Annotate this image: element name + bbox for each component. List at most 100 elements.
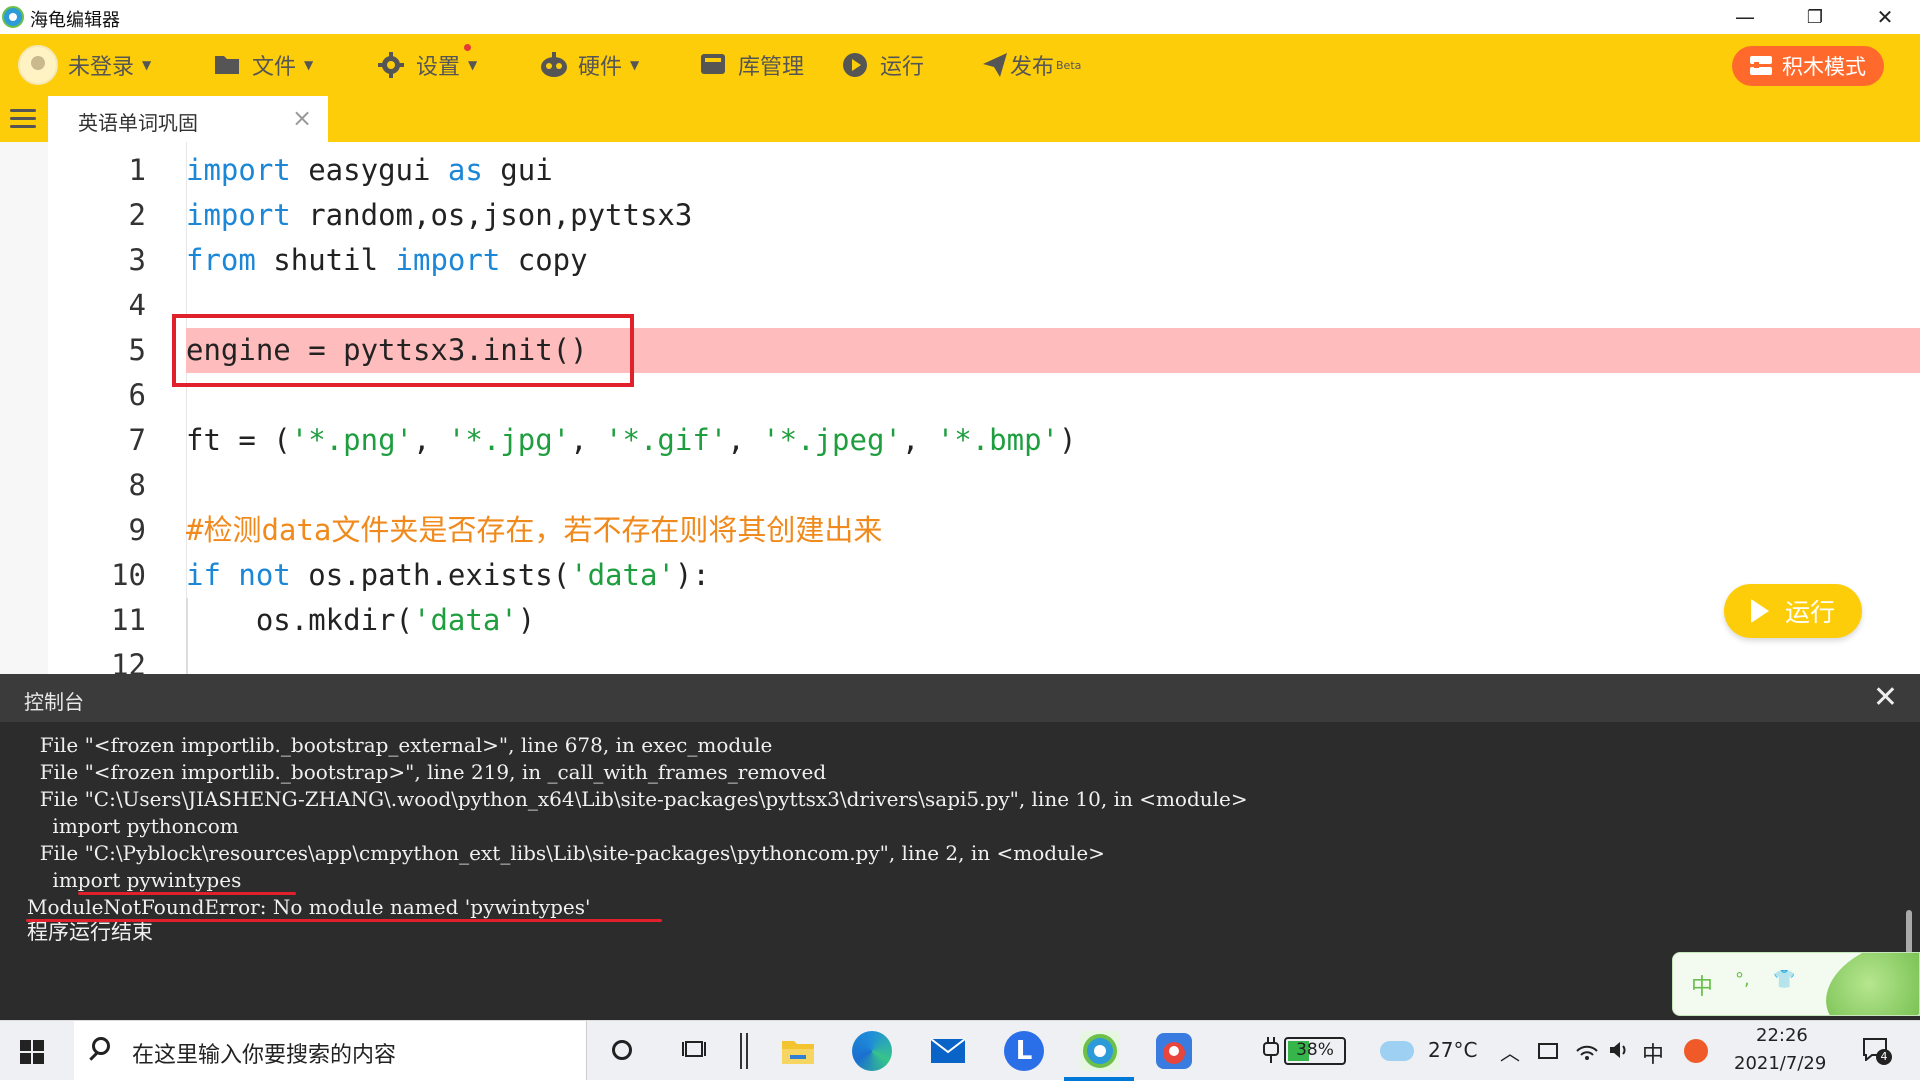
code-text: os.mkdir('data') (186, 603, 536, 637)
run-button[interactable]: 运行 (842, 34, 924, 96)
lark-app-icon[interactable]: L (1004, 1031, 1044, 1071)
app-logo-icon (2, 6, 24, 28)
cloud-weather-icon[interactable] (1380, 1041, 1414, 1061)
hardware-menu[interactable]: 硬件 ▼ (540, 34, 639, 96)
robot-icon (540, 52, 567, 78)
console-end-line: 程序运行结束 (27, 920, 153, 944)
ime-lang-toggle[interactable]: 中 (1691, 969, 1713, 1001)
ime-punct-toggle[interactable]: °, (1735, 969, 1750, 990)
sogou-ime-icon[interactable] (1684, 1039, 1708, 1063)
battery-indicator[interactable]: 38% (1284, 1037, 1346, 1065)
active-app-indicator (1064, 1077, 1134, 1081)
tab-label: 英语单词巩固 (78, 111, 198, 135)
error-underline (78, 892, 296, 895)
code-line-7: 7 ft = ('*.png', '*.jpg', '*.gif', '*.jp… (0, 418, 1920, 463)
line-number: 5 (128, 333, 146, 367)
floating-run-button[interactable]: 运行 (1724, 584, 1862, 638)
battery-saver-icon[interactable] (1538, 1043, 1558, 1059)
clock-time[interactable]: 22:26 (1756, 1025, 1808, 1046)
search-input[interactable]: 在这里输入你要搜索的内容 (132, 1037, 396, 1069)
code-line-10: 10 if not os.path.exists('data'): (0, 553, 1920, 598)
leaf-icon (1812, 953, 1919, 1015)
publish-button[interactable]: 发布 Beta (982, 34, 1081, 96)
line-number: 2 (128, 198, 146, 232)
ime-lang-indicator[interactable]: 中 (1642, 1037, 1664, 1069)
game-app-icon[interactable] (1154, 1031, 1194, 1071)
play-icon (842, 52, 868, 78)
code-line-12: 12 (0, 643, 1920, 674)
line-number: 10 (111, 558, 146, 592)
volume-icon[interactable] (1608, 1039, 1630, 1061)
package-icon (700, 52, 726, 78)
console-panel: 控制台 ✕ File "<frozen importlib._bootstrap… (0, 674, 1920, 1020)
chevron-down-icon: ▼ (304, 58, 314, 72)
code-text: from shutil import copy (186, 243, 588, 277)
search-icon (92, 1037, 110, 1055)
cortana-icon[interactable] (612, 1040, 632, 1060)
indent-guide (186, 598, 188, 674)
line-number: 4 (128, 288, 146, 322)
blocks-icon (1750, 56, 1772, 76)
chevron-up-icon[interactable]: ︿ (1500, 1037, 1520, 1066)
console-line: File "<frozen importlib._bootstrap_exter… (27, 733, 773, 757)
tab-english-words[interactable]: 英语单词巩固 × (48, 96, 328, 142)
login-label: 未登录 (68, 55, 135, 80)
line-number: 3 (128, 243, 146, 277)
wifi-icon[interactable] (1576, 1039, 1598, 1061)
edge-browser-icon[interactable] (852, 1031, 892, 1071)
line-number: 1 (128, 153, 146, 187)
file-menu[interactable]: 文件 ▼ (214, 34, 313, 96)
close-window-button[interactable]: ✕ (1850, 0, 1920, 34)
turtle-editor-taskbar-icon[interactable] (1080, 1031, 1120, 1071)
file-explorer-icon[interactable] (778, 1031, 818, 1071)
restore-button[interactable]: ❐ (1780, 0, 1850, 34)
taskbar-search[interactable]: 在这里输入你要搜索的内容 (74, 1021, 587, 1080)
line-number: 6 (128, 378, 146, 412)
line-number: 12 (111, 648, 146, 674)
floating-run-label: 运行 (1784, 598, 1835, 627)
console-close-icon[interactable]: ✕ (1873, 680, 1898, 715)
mail-icon[interactable] (928, 1031, 968, 1071)
line-number: 7 (128, 423, 146, 457)
ime-skin-icon[interactable]: 👕 (1773, 969, 1795, 990)
ime-toolbar[interactable]: 中 °, 👕 (1672, 952, 1920, 1016)
code-comment: #检测data文件夹是否存在，若不存在则将其创建出来 (186, 513, 883, 547)
code-text: import easygui as gui (186, 153, 553, 187)
library-button[interactable]: 库管理 (700, 34, 804, 96)
block-mode-button[interactable]: 积木模式 (1732, 46, 1884, 86)
code-editor[interactable]: 1 import easygui as gui 2 import random,… (0, 142, 1920, 674)
beta-badge: Beta (1056, 58, 1082, 72)
tab-close-icon[interactable]: × (292, 104, 312, 132)
window-title: 海龟编辑器 (30, 10, 120, 31)
clock-date[interactable]: 2021/7/29 (1734, 1053, 1826, 1074)
console-line: File "<frozen importlib._bootstrap>", li… (27, 760, 827, 784)
weather-temp[interactable]: 27°C (1428, 1038, 1477, 1062)
send-icon (982, 52, 1008, 78)
minimize-button[interactable]: — (1710, 0, 1780, 34)
windows-start-icon[interactable] (20, 1040, 44, 1064)
settings-menu[interactable]: 设置 ▼ (378, 34, 477, 96)
chevron-down-icon: ▼ (468, 58, 478, 72)
title-bar: 海龟编辑器 — ❐ ✕ (0, 0, 1920, 34)
folder-icon (214, 52, 240, 78)
login-button[interactable]: 未登录 ▼ (18, 34, 151, 96)
code-line-2: 2 import random,os,json,pyttsx3 (0, 193, 1920, 238)
task-view-icon[interactable] (682, 1039, 708, 1061)
console-line: File "C:\Pyblock\resources\app\cmpython_… (27, 841, 1105, 865)
menu-icon[interactable] (10, 109, 36, 129)
line-number: 11 (111, 603, 146, 637)
power-plug-icon[interactable] (1262, 1035, 1280, 1065)
settings-menu-label: 设置 (416, 55, 461, 80)
code-line-8: 8 (0, 463, 1920, 508)
error-underline (26, 919, 662, 922)
notification-center-icon[interactable]: 4 (1862, 1037, 1892, 1065)
line-number: 9 (128, 513, 146, 547)
library-button-label: 库管理 (738, 55, 805, 80)
run-button-label: 运行 (880, 55, 925, 80)
code-line-11: 11 os.mkdir('data') (0, 598, 1920, 643)
file-menu-label: 文件 (252, 55, 297, 80)
console-scrollbar[interactable] (1906, 910, 1912, 954)
publish-button-label: 发布 (1010, 55, 1055, 80)
code-line-9: 9 #检测data文件夹是否存在，若不存在则将其创建出来 (0, 508, 1920, 553)
console-error-line: ModuleNotFoundError: No module named 'py… (27, 895, 591, 919)
